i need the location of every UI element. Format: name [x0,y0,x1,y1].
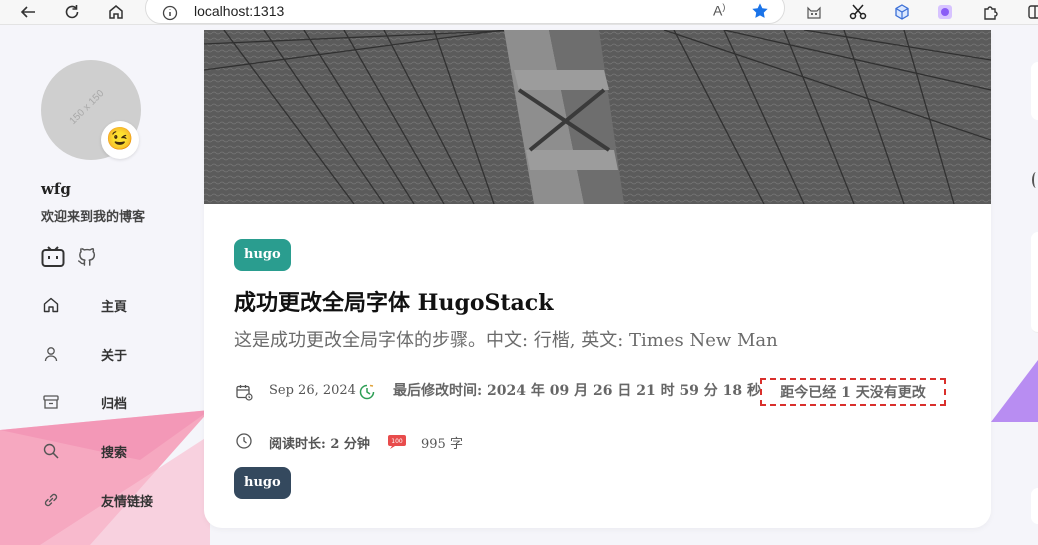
address-url[interactable]: localhost:1313 [194,3,284,19]
purple-extension-icon[interactable] [935,2,955,22]
wink-emoji-icon: 😉 [106,127,134,152]
extensions-puzzle-icon[interactable] [980,2,1000,22]
split-screen-icon[interactable] [1024,2,1038,22]
article-card: hugo 成功更改全局字体 HugoStack 这是成功更改全局字体的步骤。中文… [204,30,991,528]
home-icon [41,295,61,315]
avatar-emoji-badge: 😉 [101,121,139,159]
article-title[interactable]: 成功更改全局字体 HugoStack [234,285,553,317]
right-widget-icon [1032,172,1038,188]
reading-time: 阅读时长: 2 分钟 [269,437,370,452]
right-widget-list [1031,232,1038,333]
calendar-icon [234,382,254,402]
favorite-star-icon[interactable] [751,2,769,24]
menu-item-about[interactable]: 关于 [41,342,191,366]
cat-extension-icon[interactable] [804,2,824,22]
menu-item-label: 关于 [101,348,128,364]
article-cover-image[interactable] [204,30,991,204]
purple-background-decoration [991,360,1038,422]
tag-hugo-bottom[interactable]: hugo [234,467,291,499]
site-info-icon[interactable] [162,5,178,25]
menu-item-label: 主頁 [101,299,128,315]
tag-hugo-top[interactable]: hugo [234,239,291,271]
address-bar[interactable]: localhost:1313 A) [145,0,785,24]
home-browser-icon[interactable] [106,2,126,22]
word-count-icon: 100 [387,431,407,451]
browser-toolbar: localhost:1313 A) [0,0,1038,25]
svg-text:100: 100 [391,438,403,445]
days-unchanged-notice: 距今已经 1 天没有更改 [760,378,946,406]
user-icon [41,344,61,364]
menu-item-archives[interactable]: 归档 [41,390,191,414]
clock-icon [234,431,254,451]
menu-item-search[interactable]: 搜索 [41,439,191,463]
last-modified-time: 最后修改时间: 2024 年 09 月 26 日 21 时 59 分 18 秒 [393,383,762,399]
site-name[interactable]: wfg [41,180,71,198]
menu-item-label: 友情链接 [101,494,154,510]
bilibili-icon[interactable] [41,245,65,269]
bridge-photo [204,30,991,204]
back-arrow-icon[interactable] [18,2,38,22]
refresh-icon[interactable] [62,2,82,22]
site-description: 欢迎来到我的博客 [41,210,146,225]
menu-item-links[interactable]: 友情链接 [41,488,191,512]
avatar-placeholder-text: 150 x 150 [67,88,107,127]
menu-item-label: 搜索 [101,445,128,461]
menu-item-home[interactable]: 主頁 [41,293,191,317]
scissors-extension-icon[interactable] [848,2,868,22]
github-icon[interactable] [76,245,100,269]
right-widget-card-bottom [1031,488,1038,524]
article-subtitle: 这是成功更改全局字体的步骤。中文: 行楷, 英文: Times New Man [234,330,778,351]
menu-item-label: 归档 [101,396,128,412]
word-count: 995 字 [421,437,463,452]
search-icon [41,441,61,461]
link-icon [41,490,61,510]
archive-icon [41,392,61,412]
read-aloud-icon[interactable]: A) [713,2,725,19]
publish-date: Sep 26, 2024 [269,383,356,398]
pink-background-decoration [0,410,210,545]
right-widget-card [1031,62,1038,120]
clock-edit-icon [357,382,377,402]
cube-extension-icon[interactable] [892,2,912,22]
